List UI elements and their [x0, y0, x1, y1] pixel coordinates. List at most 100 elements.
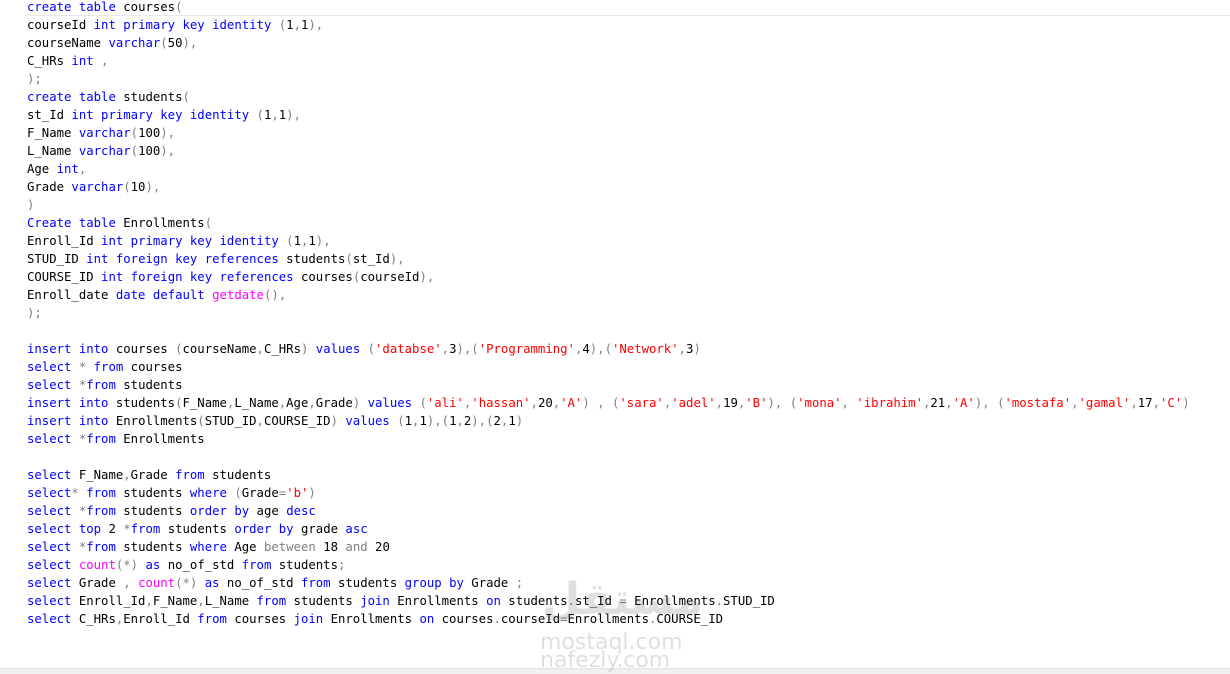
code-token: into — [78, 342, 109, 356]
code-line: select *from Enrollments — [27, 430, 1190, 448]
code-token: default — [152, 288, 205, 302]
code-token: st_Id — [352, 252, 390, 266]
code-token: Grade — [27, 180, 72, 194]
horizontal-scrollbar[interactable] — [0, 668, 1230, 674]
code-token: identity — [189, 108, 250, 122]
code-token: courses — [108, 342, 176, 356]
code-token: where — [189, 486, 227, 500]
code-token: C_HRs — [71, 612, 116, 626]
code-token: 'sara' — [619, 396, 664, 410]
code-token: between — [263, 540, 316, 554]
code-line: C_HRs int , — [27, 52, 1190, 70]
code-token: Enrollments — [108, 414, 198, 428]
code-line: Grade varchar(10), — [27, 178, 1190, 196]
code-token: 'hassan' — [471, 396, 531, 410]
code-token: ) — [693, 342, 701, 356]
code-token: , — [145, 594, 153, 608]
code-token: Enrollments — [115, 216, 205, 230]
code-token: students — [115, 486, 190, 500]
code-token: (*) — [115, 558, 139, 572]
code-token: on — [486, 594, 501, 608]
code-token: 4 — [582, 342, 590, 356]
code-token: , — [256, 414, 264, 428]
code-token: Age — [226, 540, 264, 554]
code-token: Enroll_Id — [71, 594, 146, 608]
code-token: 50 — [167, 36, 183, 50]
code-line: ) — [27, 196, 1190, 214]
code-token: int — [71, 108, 94, 122]
code-token: insert — [27, 396, 72, 410]
code-token: no_of_std — [160, 558, 242, 572]
code-token: students — [286, 594, 361, 608]
code-token: key — [160, 108, 183, 122]
code-token: ),( — [471, 414, 494, 428]
code-token: , — [101, 54, 109, 68]
code-token: = — [619, 594, 627, 608]
code-token: 100 — [138, 144, 161, 158]
code-token: ( — [182, 90, 190, 104]
code-token: STUD_ID — [27, 252, 87, 266]
code-token: Enroll_Id — [123, 612, 198, 626]
code-token: from — [86, 432, 116, 446]
code-token: identity — [219, 234, 279, 248]
code-token: ) — [27, 198, 35, 212]
code-token: no_of_std — [219, 576, 301, 590]
sql-query-editor[interactable]: create table courses(courseId int primar… — [0, 0, 1230, 668]
code-line: insert into courses (courseName,C_HRs) v… — [27, 340, 1190, 358]
code-token: references — [204, 252, 279, 266]
code-token: students — [115, 378, 183, 392]
code-token: 'mostafa' — [1004, 396, 1072, 410]
code-token: key — [189, 234, 213, 248]
code-line: courseId int primary key identity (1,1), — [27, 16, 1190, 34]
code-token: students — [278, 252, 346, 266]
code-token: varchar — [108, 36, 161, 50]
code-token: (), — [263, 288, 287, 302]
code-token: ( — [197, 414, 205, 428]
code-token: varchar — [78, 144, 131, 158]
code-token: F_Name — [152, 594, 198, 608]
code-token: 'Programming' — [478, 342, 575, 356]
code-token: courses — [123, 360, 183, 374]
code-token: by — [449, 576, 464, 590]
code-token: 1 — [419, 414, 427, 428]
code-line: select top 2 *from students order by gra… — [27, 520, 1190, 538]
code-token: from — [86, 540, 116, 554]
code-token: from — [241, 558, 272, 572]
code-token: ); — [27, 72, 42, 86]
code-token: ( — [367, 342, 376, 356]
code-token: courseName — [27, 36, 109, 50]
code-token: primary — [123, 18, 176, 32]
code-token: 10 — [130, 180, 146, 194]
code-lines: create table courses(courseId int primar… — [27, 0, 1190, 628]
code-line: F_Name varchar(100), — [27, 124, 1190, 142]
code-token: courses — [293, 270, 353, 284]
code-token: identity — [212, 18, 272, 32]
code-token: Grade — [315, 396, 353, 410]
code-token: C_HRs — [27, 54, 72, 68]
code-token: , — [293, 18, 301, 32]
code-token: int — [86, 252, 109, 266]
code-token: int — [101, 270, 124, 284]
code-token: 1 — [404, 414, 413, 428]
code-token: ) — [515, 414, 524, 428]
code-token: count — [138, 576, 176, 590]
code-line: select Enroll_Id,F_Name,L_Name from stud… — [27, 592, 1190, 610]
code-line: create table students( — [27, 88, 1190, 106]
code-token: ( — [204, 216, 213, 230]
code-token: ), — [286, 108, 301, 122]
code-token: F_Name — [27, 126, 79, 140]
code-token: * — [123, 522, 131, 536]
code-token: top — [78, 522, 102, 536]
code-line: ​ — [27, 322, 1190, 340]
code-line: insert into students(F_Name,L_Name,Age,G… — [27, 394, 1190, 412]
code-token: ( — [345, 252, 353, 266]
